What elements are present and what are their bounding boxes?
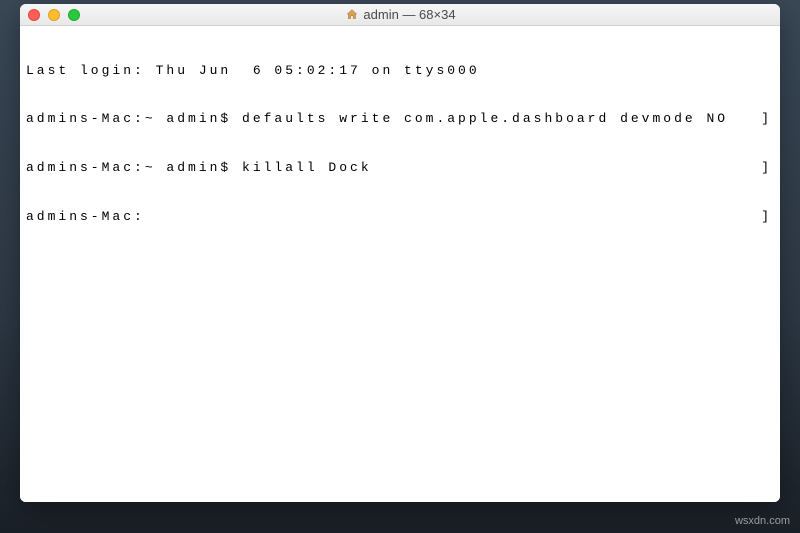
close-button[interactable] xyxy=(28,9,40,21)
line-text: Last login: Thu Jun 6 05:02:17 on ttys00… xyxy=(26,63,480,78)
text-cursor xyxy=(480,64,487,78)
line-text: admins-Mac:~ admin$ killall Dock xyxy=(26,160,372,175)
line-right: ] xyxy=(761,111,772,127)
traffic-lights xyxy=(28,9,80,21)
line-text: admins-Mac: xyxy=(26,209,145,224)
minimize-button[interactable] xyxy=(48,9,60,21)
home-icon xyxy=(344,8,358,22)
terminal-window: admin — 68×34 Last login: Thu Jun 6 05:0… xyxy=(20,4,780,502)
terminal-line: Last login: Thu Jun 6 05:02:17 on ttys00… xyxy=(26,63,774,79)
window-title: admin — 68×34 xyxy=(363,7,455,22)
zoom-button[interactable] xyxy=(68,9,80,21)
terminal-output[interactable]: Last login: Thu Jun 6 05:02:17 on ttys00… xyxy=(20,26,780,502)
terminal-line: admins-Mac:~ admin$ defaults write com.a… xyxy=(26,111,774,127)
line-text: admins-Mac:~ admin$ defaults write com.a… xyxy=(26,111,728,126)
terminal-line: admins-Mac:] xyxy=(26,209,774,225)
watermark: wsxdn.com xyxy=(735,515,790,527)
window-title-section: admin — 68×34 xyxy=(344,7,455,22)
titlebar[interactable]: admin — 68×34 xyxy=(20,4,780,26)
line-right: ] xyxy=(761,209,772,225)
terminal-line: admins-Mac:~ admin$ killall Dock] xyxy=(26,160,774,176)
line-right: ] xyxy=(761,160,772,176)
